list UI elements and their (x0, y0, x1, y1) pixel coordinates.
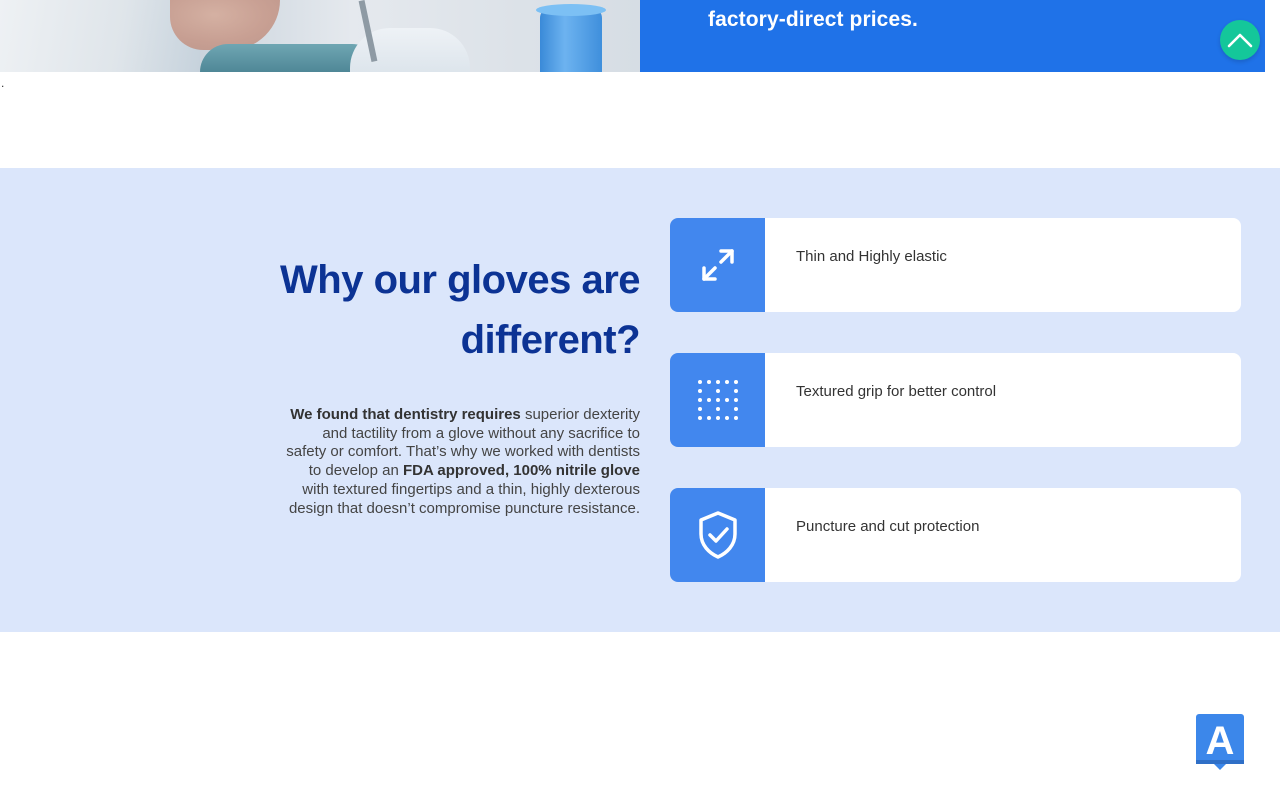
hero-text-panel: factory-direct prices. (640, 0, 1265, 72)
scroll-to-top-button[interactable] (1220, 20, 1260, 60)
hero-tagline: factory-direct prices. (708, 8, 918, 31)
expand-arrows-icon (701, 249, 734, 281)
features-body-bold2: FDA approved, 100% nitrile glove (402, 462, 640, 480)
feature-list: Thin and Highly elastic Textured grip fo… (670, 218, 1241, 623)
hero-banner: factory-direct prices. (0, 0, 1265, 72)
stray-text: . (1, 76, 5, 90)
chevron-up-icon (1227, 33, 1253, 48)
feature-card-grip: Textured grip for better control (670, 353, 1241, 447)
feature-label: Puncture and cut protection (796, 518, 980, 535)
feature-label: Thin and Highly elastic (796, 248, 947, 265)
feature-card-elastic: Thin and Highly elastic (670, 218, 1241, 312)
features-body-bold1: We found that dentistry requires (290, 406, 521, 423)
hero-photo (0, 0, 640, 72)
feature-card-protection: Puncture and cut protection (670, 488, 1241, 582)
features-description: We found that dentistry requires superio… (280, 406, 640, 518)
app-badge-letter: A (1206, 719, 1235, 763)
features-heading-line1: Why our gloves are (280, 258, 640, 302)
features-body-text2: with textured fingertips and a thin, hig… (288, 480, 640, 517)
features-section: Why our gloves are different? We found t… (0, 168, 1280, 632)
feature-label: Textured grip for better control (796, 383, 997, 400)
app-badge-button[interactable]: A (1196, 714, 1244, 770)
app-a-icon: A (1196, 714, 1244, 770)
features-heading: Why our gloves are different? (260, 250, 640, 370)
dot-grid-icon (697, 380, 738, 420)
shield-check-icon (698, 511, 737, 559)
features-heading-line2: different? (460, 318, 641, 362)
